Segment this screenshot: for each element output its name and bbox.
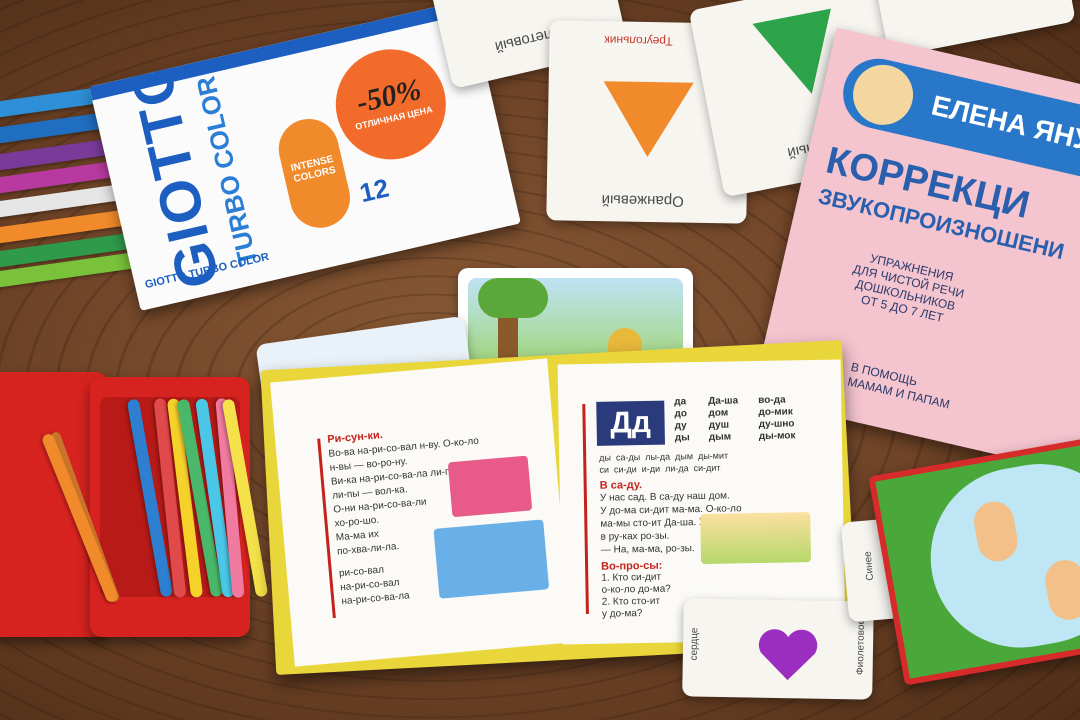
illustration-garden — [700, 512, 812, 565]
orange-triangle-icon — [603, 81, 694, 157]
book-subtitle: УПРАЖНЕНИЯ ДЛЯ ЧИСТОЙ РЕЧИ ДОШКОЛЬНИКОВ … — [851, 251, 966, 325]
card-label: Оранжевый — [601, 191, 684, 210]
primer-left-page: Ри-сун-ки. Во-ва на-ри-со-вал н-ву. О-ко… — [270, 358, 572, 667]
discount-sticker: -50% ОТЛИЧНАЯ ЦЕНА — [324, 38, 457, 171]
card-label: Треугольник — [604, 33, 673, 49]
card-label: сердце — [688, 627, 701, 661]
marker-count: 12 — [356, 172, 392, 209]
card-label: Синее — [862, 550, 877, 582]
card-label: Фиолетовое — [855, 618, 868, 676]
questions-text: 1. Кто си-дит о-ко-ло до-ма? 2. Кто сто-… — [601, 571, 671, 620]
game-box — [868, 436, 1080, 686]
syllable-row: ды са-ды лы-да дым ды-мит си си-ди и-ди … — [599, 450, 729, 475]
book-note: В ПОМОЩЬ МАМАМ И ПАПАМ — [846, 359, 952, 412]
syllable-col-1: да до ду ды — [674, 396, 690, 444]
heart-icon — [758, 629, 818, 681]
left-words: ри-со-вал на-ри-со-вал на-ри-со-ва-ла — [338, 564, 411, 608]
letter-dd: Дд — [610, 405, 652, 440]
letter-box: Дд — [596, 400, 665, 446]
syllable-col-2: Да-ша дом душ дым — [708, 395, 739, 443]
card-heart: Фиолетовое сердце — [682, 598, 874, 700]
syllable-col-3: во-да до-мик ду-шно ды-мок — [758, 394, 796, 442]
illustration-wolf — [433, 519, 550, 599]
illustration-bird — [447, 455, 533, 518]
pencil-case — [0, 372, 269, 640]
